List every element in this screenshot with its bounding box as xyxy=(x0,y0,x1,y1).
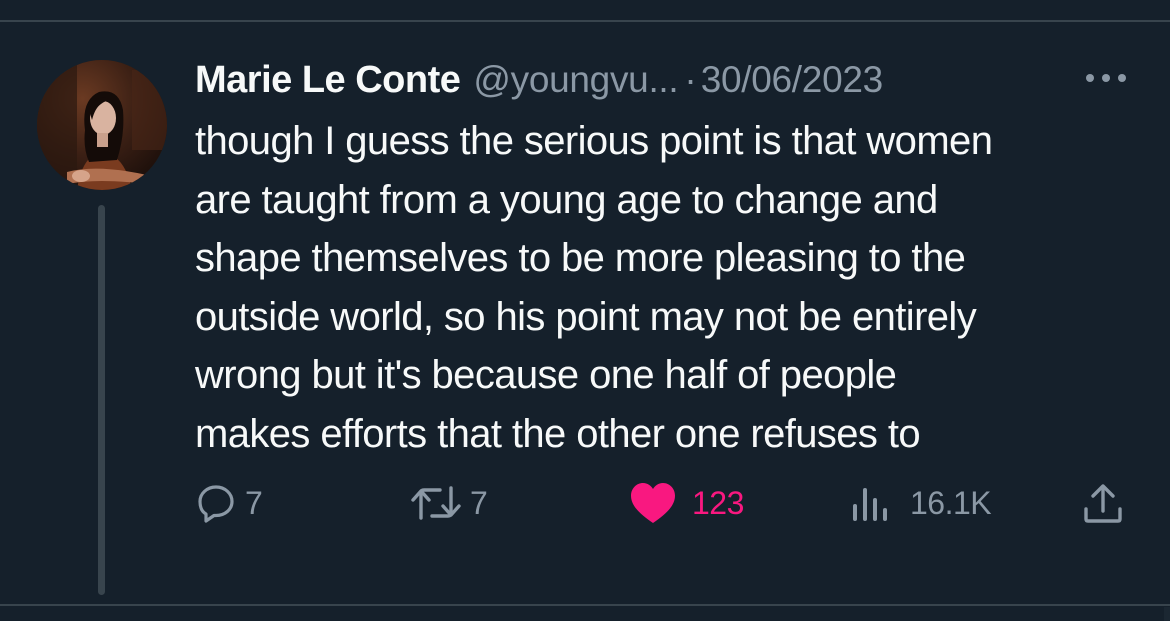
tweet-header: Marie Le Conte @youngvu... · 30/06/2023 xyxy=(195,55,1135,105)
more-options-icon xyxy=(1086,74,1126,82)
author-name[interactable]: Marie Le Conte xyxy=(195,59,461,102)
reply-button[interactable]: 7 xyxy=(195,480,263,526)
heart-icon xyxy=(628,481,678,525)
views-button[interactable]: 16.1K xyxy=(850,480,992,526)
more-options-button[interactable] xyxy=(1078,58,1134,98)
author-handle[interactable]: @youngvu... xyxy=(473,59,678,101)
tweet-screenshot: Marie Le Conte @youngvu... · 30/06/2023 … xyxy=(0,0,1170,621)
reply-count: 7 xyxy=(245,484,263,521)
tweet-text-line: wrong but it's because one half of peopl… xyxy=(195,353,897,397)
tweet-text-line: makes efforts that the other one refuses… xyxy=(195,411,921,456)
tweet-date[interactable]: 30/06/2023 xyxy=(701,59,883,101)
retweet-button[interactable]: 7 xyxy=(410,480,488,526)
bottom-divider xyxy=(0,604,1170,606)
tweet-text-line: shape themselves to be more pleasing to … xyxy=(195,236,966,280)
views-count: 16.1K xyxy=(910,484,992,521)
reply-icon xyxy=(195,482,237,524)
retweet-icon xyxy=(410,482,462,524)
like-count: 123 xyxy=(692,484,744,521)
tweet-text-line: though I guess the serious point is that… xyxy=(195,119,993,163)
scroll-edge xyxy=(1164,607,1170,621)
share-icon xyxy=(1082,481,1124,525)
avatar-photo xyxy=(37,60,167,190)
top-divider xyxy=(0,20,1170,22)
tweet-text: though I guess the serious point is that… xyxy=(195,112,1145,463)
header-separator: · xyxy=(684,59,697,100)
tweet-text-line: are taught from a young age to change an… xyxy=(195,177,938,222)
avatar[interactable] xyxy=(37,60,167,190)
thread-line xyxy=(98,205,105,595)
tweet-text-line: outside world, so his point may not be e… xyxy=(195,294,977,339)
share-button[interactable] xyxy=(1082,480,1124,526)
retweet-count: 7 xyxy=(470,484,488,521)
like-button[interactable]: 123 xyxy=(628,480,744,526)
views-icon xyxy=(850,482,892,524)
